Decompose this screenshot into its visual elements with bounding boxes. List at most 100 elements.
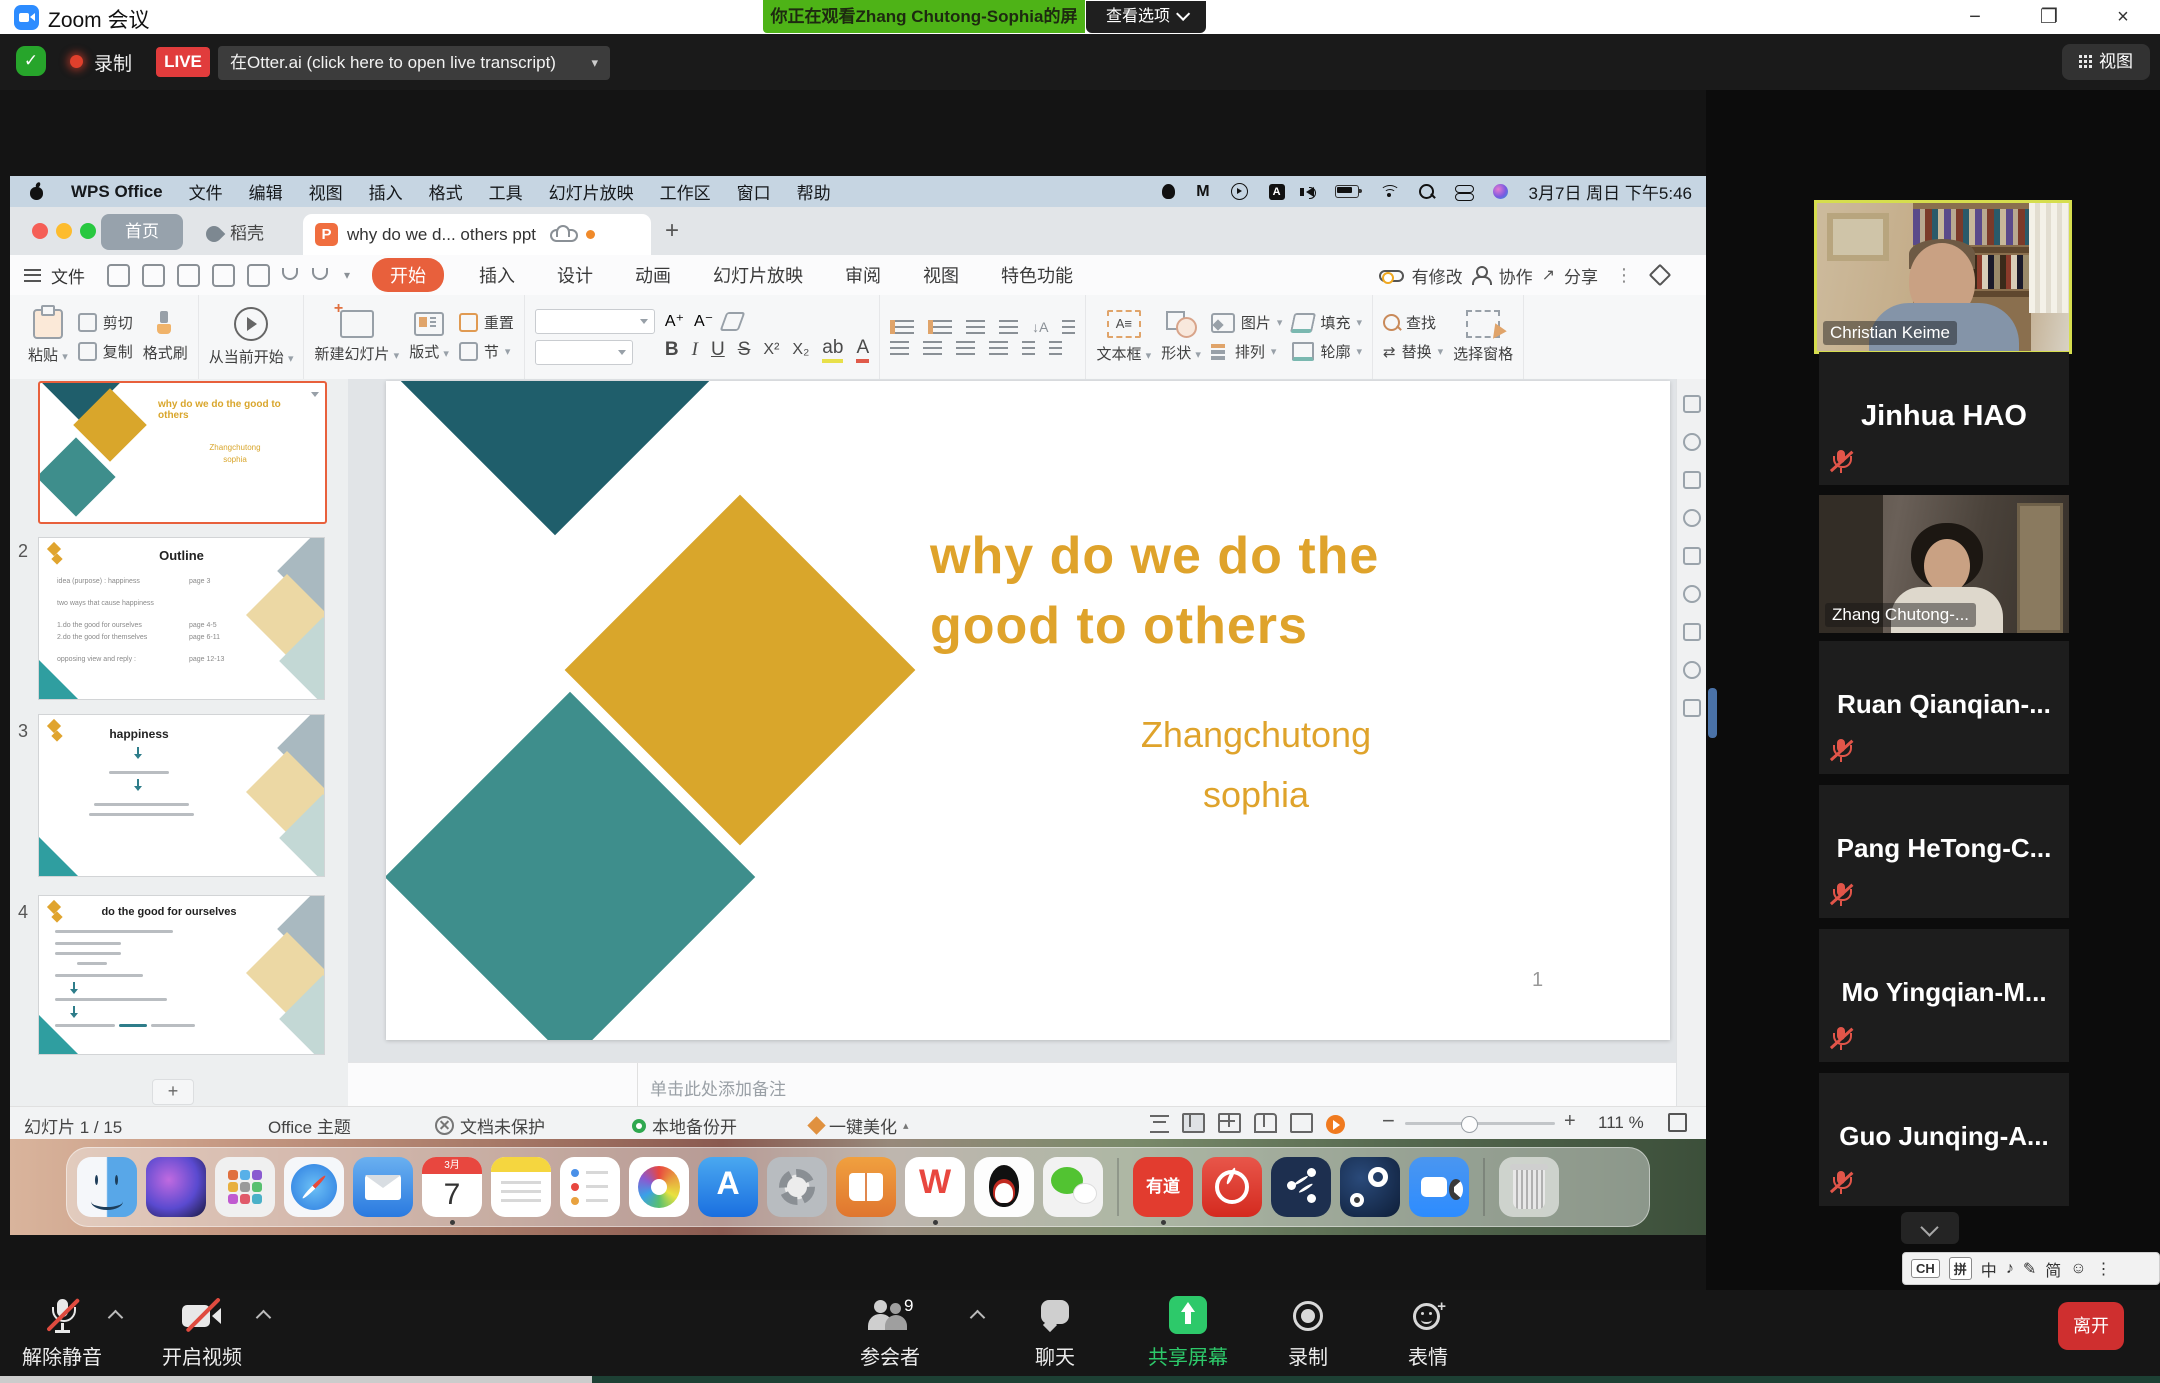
adjust-view-icon[interactable] [1150,1115,1169,1133]
beautify-button[interactable]: 一键美化▴ [810,1113,909,1138]
zoom-out-button[interactable]: − [1382,1108,1395,1134]
slide-thumbnail-2[interactable]: Outline idea (purpose) : happinesspage 3… [38,537,325,700]
apple-logo-icon[interactable] [28,184,44,200]
menu-tools[interactable]: 工具 [489,179,523,204]
tab-document[interactable]: P why do we d... others ppt [303,214,651,255]
share-app-dock-icon[interactable] [1271,1157,1331,1217]
wechat-dock-icon[interactable] [1043,1157,1103,1217]
participant-tile-jinhua[interactable]: Jinhua HAO [1819,352,2069,485]
participant-tile-ruan[interactable]: Ruan Qianqian-... [1819,641,2069,774]
wps-dock-icon[interactable]: W [905,1157,965,1217]
add-slide-button[interactable]: + [152,1079,194,1105]
pin-icon[interactable] [1649,264,1672,287]
ime-pen-icon[interactable]: ✎ [2023,1259,2036,1279]
menu-slideshow[interactable]: 幻灯片放映 [549,179,634,204]
font-name-select[interactable] [535,309,655,334]
chat-button[interactable]: 聊天 [1035,1298,1075,1370]
share-label[interactable]: 分享 [1564,263,1598,288]
ime-simplified[interactable]: 简 [2045,1257,2061,1281]
sidebar-tool-icon[interactable] [1683,623,1701,641]
sidebar-tool-icon[interactable] [1683,395,1701,413]
current-slide[interactable]: why do we do the good to others Zhangchu… [386,381,1670,1040]
ime-lang[interactable]: CH [1911,1259,1940,1278]
picture-button[interactable]: 图片 ▾ [1211,312,1283,333]
numbered-list-icon[interactable] [928,320,952,334]
calendar-dock-icon[interactable]: 3月7 [422,1157,482,1217]
bullet-list-icon[interactable] [890,320,914,334]
tab-view[interactable]: 视图 [923,262,959,288]
start-video-button[interactable]: 开启视频 [162,1298,242,1370]
input-method-icon[interactable]: A [1269,184,1285,200]
arrange-button[interactable]: 排列 ▾ [1211,341,1283,362]
slide-thumbnail-3[interactable]: happiness [38,714,325,877]
reactions-button[interactable]: + 表情 [1408,1298,1448,1370]
vertical-text-icon[interactable] [1062,320,1075,334]
shapes-button[interactable]: 形状 ▾ [1161,311,1201,363]
menubar-datetime[interactable]: 3月7日 周日 下午5:46 [1529,179,1692,204]
paste-button[interactable]: 粘贴 ▾ [28,309,68,365]
textbox-button[interactable]: A≡文本框 ▾ [1096,310,1151,364]
menu-view[interactable]: 视图 [309,179,343,204]
menu-insert[interactable]: 插入 [369,179,403,204]
participant-tile-mo[interactable]: Mo Yingqian-M... [1819,929,2069,1062]
backup-status[interactable]: 本地备份开 [632,1113,737,1138]
minimize-button[interactable]: − [1958,2,1992,32]
more-menu-icon[interactable]: ⋮ [1615,265,1633,286]
strikethrough-button[interactable]: S [738,339,751,361]
launchpad-dock-icon[interactable] [215,1157,275,1217]
copy-button[interactable]: 复制 [78,341,133,362]
scrollbar-thumb[interactable] [1708,688,1717,738]
photos-dock-icon[interactable] [629,1157,689,1217]
mic-options-caret[interactable] [108,1310,124,1326]
subscript-button[interactable]: X₂ [792,341,809,359]
ime-pinyin[interactable]: 拼 [1949,1257,1972,1280]
print-icon[interactable] [212,264,235,287]
otter-transcript-bar[interactable]: 在Otter.ai (click here to open live trans… [218,46,610,80]
normal-view-icon[interactable] [1182,1113,1205,1133]
distribute-icon[interactable] [1022,341,1035,355]
sidebar-tool-icon[interactable] [1683,699,1701,717]
protection-status[interactable]: 文档未保护 [435,1113,545,1138]
view-options-button[interactable]: 查看选项 [1086,1,1206,33]
zoom-traffic-light[interactable] [80,223,96,239]
layout-button[interactable]: 版式 ▾ [409,312,449,362]
notes-view-icon[interactable] [1290,1113,1313,1133]
decrease-font-button[interactable]: A⁻ [694,311,713,331]
reading-view-icon[interactable] [1254,1113,1277,1133]
modified-label[interactable]: 有修改 [1412,263,1463,288]
highlight-button[interactable]: ab [822,337,843,363]
zoom-slider-knob[interactable] [1461,1116,1478,1133]
section-button[interactable]: 节 ▾ [459,341,514,362]
file-menu[interactable]: 文件 [51,263,85,288]
fullscreen-button[interactable] [1668,1113,1687,1132]
play-from-current-button[interactable]: 从当前开始 ▾ [209,307,294,367]
menu-edit[interactable]: 编辑 [249,179,283,204]
undo-icon[interactable] [282,268,300,282]
underline-button[interactable]: U [711,339,725,361]
ime-emoji-icon[interactable]: ☺ [2070,1260,2086,1278]
menu-file[interactable]: 文件 [189,179,223,204]
tab-insert[interactable]: 插入 [479,262,515,288]
sidebar-tool-icon[interactable] [1683,509,1701,527]
wifi-icon[interactable] [1380,185,1398,198]
line-spacing-icon[interactable] [1049,341,1062,355]
sidebar-tool-icon[interactable] [1683,585,1701,603]
font-color-button[interactable]: A [856,337,869,363]
security-shield-icon[interactable]: ✓ [16,46,46,76]
trash-dock-icon[interactable] [1499,1157,1559,1217]
align-center-icon[interactable] [923,341,942,355]
minimize-traffic-light[interactable] [56,223,72,239]
tab-review[interactable]: 审阅 [845,262,881,288]
tab-start[interactable]: 开始 [372,258,444,292]
collapse-panel-button[interactable] [1901,1212,1959,1244]
view-layout-button[interactable]: 视图 [2062,44,2150,80]
zoom-slider[interactable] [1405,1122,1555,1125]
increase-indent-icon[interactable] [999,320,1018,334]
participants-button[interactable]: 9 参会者 [860,1298,920,1370]
tab-docer[interactable]: 稻壳 [206,219,264,244]
netease-music-dock-icon[interactable] [1202,1157,1262,1217]
sidebar-tool-icon[interactable] [1683,433,1701,451]
participant-tile-pang[interactable]: Pang HeTong-C... [1819,785,2069,918]
chevron-down-icon[interactable]: ▾ [344,268,350,282]
tab-home[interactable]: 首页 [101,214,183,250]
